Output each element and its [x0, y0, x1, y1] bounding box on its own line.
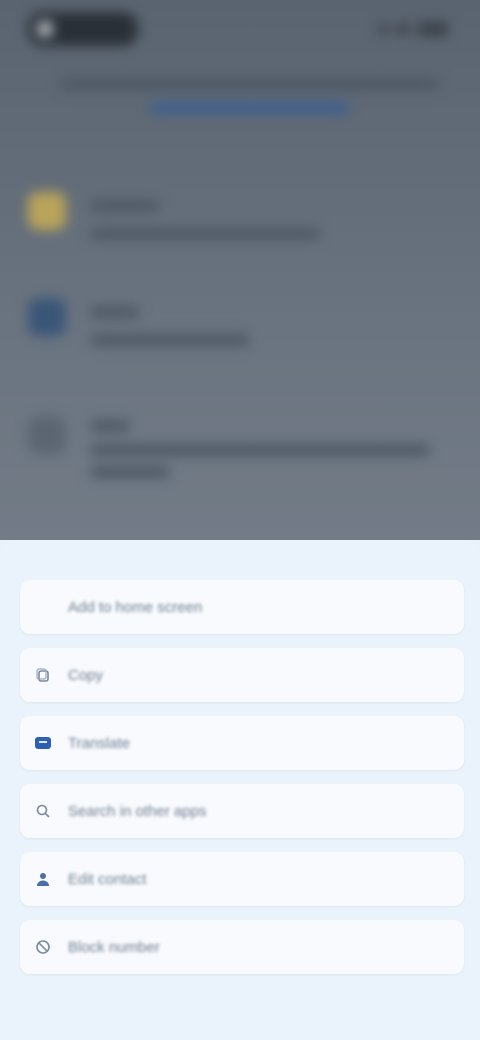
- menu-item-label: Translate: [68, 734, 130, 752]
- bg-item-icon: [28, 192, 66, 230]
- menu-item-label: Add to home screen: [68, 598, 203, 616]
- menu-item-add-to-home-screen[interactable]: Add to home screen: [20, 580, 464, 634]
- menu-item-copy[interactable]: Copy: [20, 648, 464, 702]
- block-icon: [32, 936, 54, 958]
- app-indicator-icon: [38, 22, 52, 36]
- bg-text-line: [90, 466, 170, 478]
- signal-icon: [378, 24, 388, 34]
- bg-text-line: [90, 200, 160, 212]
- bg-text-line: [60, 78, 440, 90]
- bg-item-icon: [28, 416, 66, 454]
- status-bar-icons: [378, 22, 448, 36]
- menu-item-label: Search in other apps: [68, 802, 207, 820]
- menu-item-label: Copy: [68, 666, 104, 684]
- menu-item-label: Block number: [68, 938, 160, 956]
- background-screen-scrim[interactable]: [0, 0, 480, 540]
- bottom-sheet: Add to home screen Copy Translate Search…: [0, 540, 480, 1040]
- bg-item-icon: [28, 298, 66, 336]
- menu-item-label: Edit contact: [68, 870, 147, 888]
- copy-icon: [32, 664, 54, 686]
- menu-item-block-number[interactable]: Block number: [20, 920, 464, 974]
- bg-text-line: [90, 334, 250, 346]
- menu-item-search-in-other-apps[interactable]: Search in other apps: [20, 784, 464, 838]
- bg-link-line: [150, 102, 350, 114]
- menu-item-translate[interactable]: Translate: [20, 716, 464, 770]
- menu-item-edit-contact[interactable]: Edit contact: [20, 852, 464, 906]
- wifi-icon: [396, 24, 410, 34]
- battery-icon: [418, 22, 448, 36]
- status-indicator: [28, 12, 138, 46]
- bg-text-line: [90, 444, 430, 456]
- background-screen-content: [0, 0, 480, 540]
- action-menu: Add to home screen Copy Translate Search…: [20, 580, 464, 988]
- bg-text-line: [90, 306, 140, 318]
- person-icon: [32, 868, 54, 890]
- bg-text-line: [90, 420, 130, 432]
- bg-text-line: [90, 228, 320, 240]
- search-icon: [32, 800, 54, 822]
- translate-icon: [32, 732, 54, 754]
